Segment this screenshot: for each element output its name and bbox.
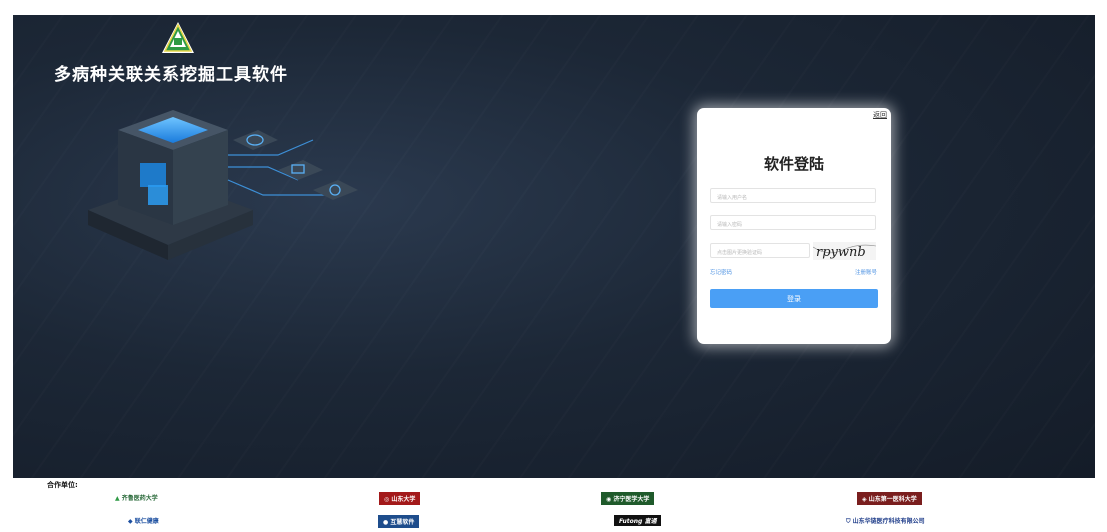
app-logo-icon [162,22,194,53]
partner-logo-2: ◎ 山东大学 [379,492,421,505]
partners-label: 合作单位: [47,481,78,489]
login-title: 软件登陆 [763,155,824,173]
partner-logo-5: ◆ 联仁健康 [128,518,159,525]
partner-emblem-icon: ◆ [128,518,133,525]
forgot-password-link[interactable]: 忘记密码 [710,268,732,276]
app-title: 多病种关联关系挖掘工具软件 [54,65,288,85]
partner-emblem-icon: ▲ [115,495,120,502]
password-input[interactable] [710,215,876,230]
server-illustration [88,110,358,260]
captcha-text: rpywnb [816,245,866,260]
partner-emblem-icon: ● [383,519,389,526]
login-card: 返回 软件登陆 rpywnb 忘记密码 注册账号 登录 [697,108,891,344]
back-link[interactable]: 返回 [873,110,887,120]
partner-logo-1: ▲ 齐鲁医药大学 [115,495,158,502]
captcha-input[interactable] [710,243,810,258]
partner-logo-8: ⛉ 山东华链医疗科技有限公司 [846,518,925,525]
register-link[interactable]: 注册账号 [855,268,877,276]
partner-emblem-icon: ◎ [384,496,390,503]
login-button[interactable]: 登录 [710,289,878,308]
partner-emblem-icon: ◈ [862,496,867,503]
hero-banner: 多病种关联关系挖掘工具软件 返回 软件登陆 请输入用户名 点击图片更换验证码 r… [13,15,1095,478]
partner-emblem-icon: ◉ [606,496,612,503]
partner-logo-4: ◈ 山东第一医科大学 [857,492,922,505]
captcha-image[interactable]: rpywnb [813,242,876,260]
shield-icon: ⛉ [846,518,851,525]
partner-logo-7: Futong 富通 [614,515,662,526]
partner-logo-3: ◉ 济宁医学大学 [601,492,655,505]
partner-logo-6: ● 互慧软件 [378,515,420,528]
username-input[interactable] [710,188,876,203]
